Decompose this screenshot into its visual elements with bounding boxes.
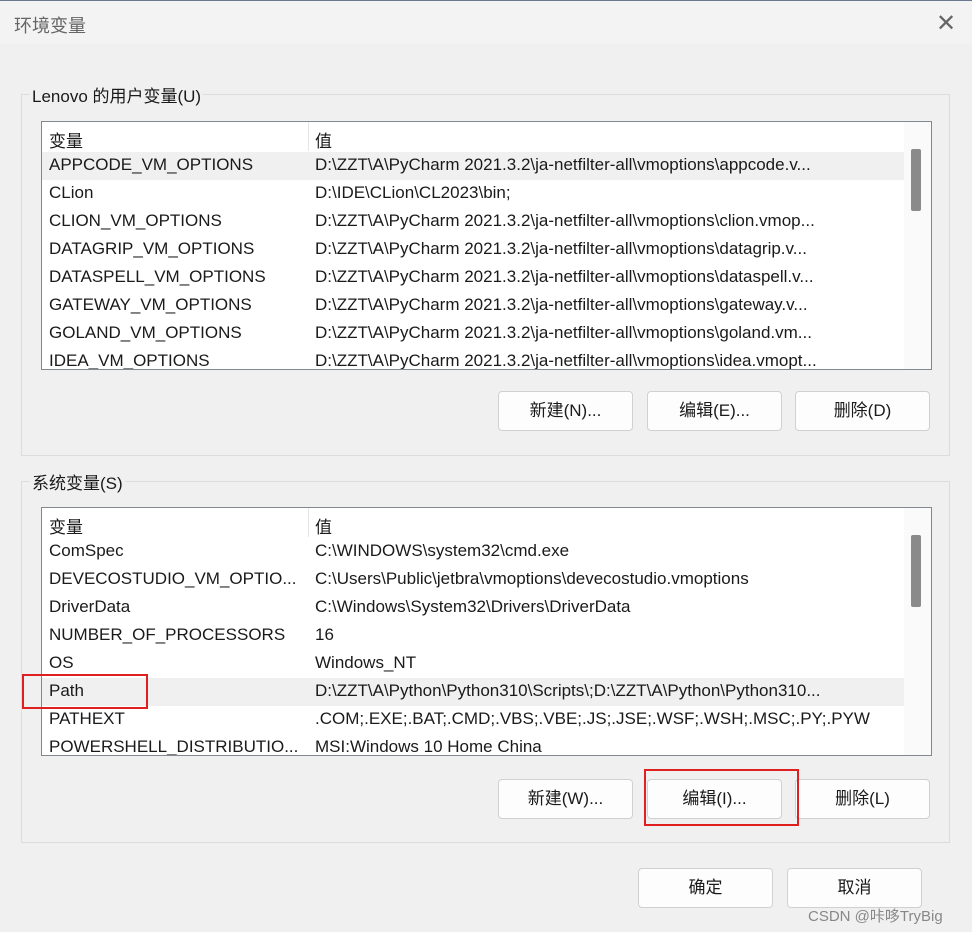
user-new-button[interactable]: 新建(N)...	[498, 391, 633, 431]
system-variables-list[interactable]: 变量 值 ComSpec C:\WINDOWS\system32\cmd.exe D…	[41, 507, 932, 756]
column-header-name[interactable]: 变量	[49, 127, 83, 152]
variable-value: D:\IDE\CLion\CL2023\bin;	[315, 183, 511, 202]
variable-value: D:\ZZT\A\PyCharm 2021.3.2\ja-netfilter-a…	[315, 351, 817, 370]
variable-value: C:\WINDOWS\system32\cmd.exe	[315, 541, 570, 560]
variable-value: D:\ZZT\A\PyCharm 2021.3.2\ja-netfilter-a…	[315, 267, 814, 286]
variable-name: CLion	[49, 183, 94, 202]
scrollbar-thumb[interactable]	[911, 149, 921, 211]
variable-value: D:\ZZT\A\PyCharm 2021.3.2\ja-netfilter-a…	[315, 211, 815, 230]
window-title: 环境变量	[14, 16, 86, 36]
table-row[interactable]: DATAGRIP_VM_OPTIONS D:\ZZT\A\PyCharm 2021…	[42, 236, 904, 264]
user-edit-button[interactable]: 编辑(E)...	[647, 391, 782, 431]
variable-name: GATEWAY_VM_OPTIONS	[49, 295, 252, 314]
column-header-value[interactable]: 值	[315, 127, 332, 152]
variable-name: IDEA_VM_OPTIONS	[49, 351, 210, 370]
cancel-button[interactable]: 取消	[787, 868, 922, 908]
variable-name: OS	[49, 653, 74, 672]
variable-name: POWERSHELL_DISTRIBUTIO...	[49, 737, 299, 756]
title-bar: 环境变量 ✕	[0, 0, 972, 44]
variable-value: MSI:Windows 10 Home China	[315, 737, 542, 756]
table-row[interactable]: OS Windows_NT	[42, 650, 904, 678]
table-row[interactable]: DriverData C:\Windows\System32\Drivers\Dr…	[42, 594, 904, 622]
table-row[interactable]: DATASPELL_VM_OPTIONS D:\ZZT\A\PyCharm 202…	[42, 264, 904, 292]
table-row[interactable]: PATHEXT .COM;.EXE;.BAT;.CMD;.VBS;.VBE;.JS…	[42, 706, 904, 734]
system-variables-legend: 系统变量(S)	[30, 469, 125, 494]
table-row[interactable]: APPCODE_VM_OPTIONS D:\ZZT\A\PyCharm 2021.…	[42, 152, 904, 180]
variable-name: DEVECOSTUDIO_VM_OPTIO...	[49, 569, 297, 588]
table-row[interactable]: ComSpec C:\WINDOWS\system32\cmd.exe	[42, 538, 904, 566]
scrollbar-thumb[interactable]	[911, 535, 921, 607]
table-row[interactable]: CLion D:\IDE\CLion\CL2023\bin;	[42, 180, 904, 208]
table-row[interactable]: Path D:\ZZT\A\Python\Python310\Scripts\;D…	[42, 678, 904, 706]
variable-value: Windows_NT	[315, 653, 417, 672]
table-row[interactable]: DEVECOSTUDIO_VM_OPTIO... C:\Users\Public\…	[42, 566, 904, 594]
close-icon[interactable]: ✕	[933, 9, 959, 38]
variable-name: DriverData	[49, 597, 131, 616]
variable-name: DATAGRIP_VM_OPTIONS	[49, 239, 255, 258]
watermark: CSDN @咔哆TryBig	[808, 908, 943, 925]
table-row[interactable]: GATEWAY_VM_OPTIONS D:\ZZT\A\PyCharm 2021.…	[42, 292, 904, 320]
variable-name: DATASPELL_VM_OPTIONS	[49, 267, 266, 286]
variable-name: PATHEXT	[49, 709, 125, 728]
variable-value: D:\ZZT\A\PyCharm 2021.3.2\ja-netfilter-a…	[315, 239, 807, 258]
variable-value: C:\Users\Public\jetbra\vmoptions\devecos…	[315, 569, 749, 588]
variable-value: 16	[315, 625, 334, 644]
variable-value: .COM;.EXE;.BAT;.CMD;.VBS;.VBE;.JS;.JSE;.…	[315, 709, 870, 728]
column-header-value[interactable]: 值	[315, 513, 332, 538]
user-variables-legend: Lenovo 的用户变量(U)	[30, 82, 204, 107]
highlight-path-row	[22, 674, 148, 709]
list-header: 变量 值	[42, 508, 904, 537]
ok-button[interactable]: 确定	[638, 868, 773, 908]
variable-name: GOLAND_VM_OPTIONS	[49, 323, 242, 342]
user-delete-button[interactable]: 删除(D)	[795, 391, 930, 431]
table-row[interactable]: POWERSHELL_DISTRIBUTIO... MSI:Windows 10 …	[42, 734, 904, 756]
variable-value: D:\ZZT\A\PyCharm 2021.3.2\ja-netfilter-a…	[315, 295, 808, 314]
list-header: 变量 值	[42, 122, 904, 151]
variable-value: D:\ZZT\A\PyCharm 2021.3.2\ja-netfilter-a…	[315, 323, 812, 342]
system-new-button[interactable]: 新建(W)...	[498, 779, 633, 819]
variable-name: NUMBER_OF_PROCESSORS	[49, 625, 286, 644]
table-row[interactable]: NUMBER_OF_PROCESSORS 16	[42, 622, 904, 650]
variable-name: ComSpec	[49, 541, 124, 560]
variable-name: CLION_VM_OPTIONS	[49, 211, 222, 230]
table-row[interactable]: CLION_VM_OPTIONS D:\ZZT\A\PyCharm 2021.3.…	[42, 208, 904, 236]
variable-value: D:\ZZT\A\PyCharm 2021.3.2\ja-netfilter-a…	[315, 155, 811, 174]
column-header-name[interactable]: 变量	[49, 513, 83, 538]
variable-value: C:\Windows\System32\Drivers\DriverData	[315, 597, 631, 616]
variable-name: APPCODE_VM_OPTIONS	[49, 155, 254, 174]
highlight-edit-button	[644, 769, 799, 826]
table-row[interactable]: IDEA_VM_OPTIONS D:\ZZT\A\PyCharm 2021.3.2…	[42, 348, 904, 370]
system-delete-button[interactable]: 删除(L)	[795, 779, 930, 819]
variable-value: D:\ZZT\A\Python\Python310\Scripts\;D:\ZZ…	[315, 681, 821, 700]
user-variables-list[interactable]: 变量 值 APPCODE_VM_OPTIONS D:\ZZT\A\PyCharm …	[41, 121, 932, 370]
table-row[interactable]: GOLAND_VM_OPTIONS D:\ZZT\A\PyCharm 2021.3…	[42, 320, 904, 348]
